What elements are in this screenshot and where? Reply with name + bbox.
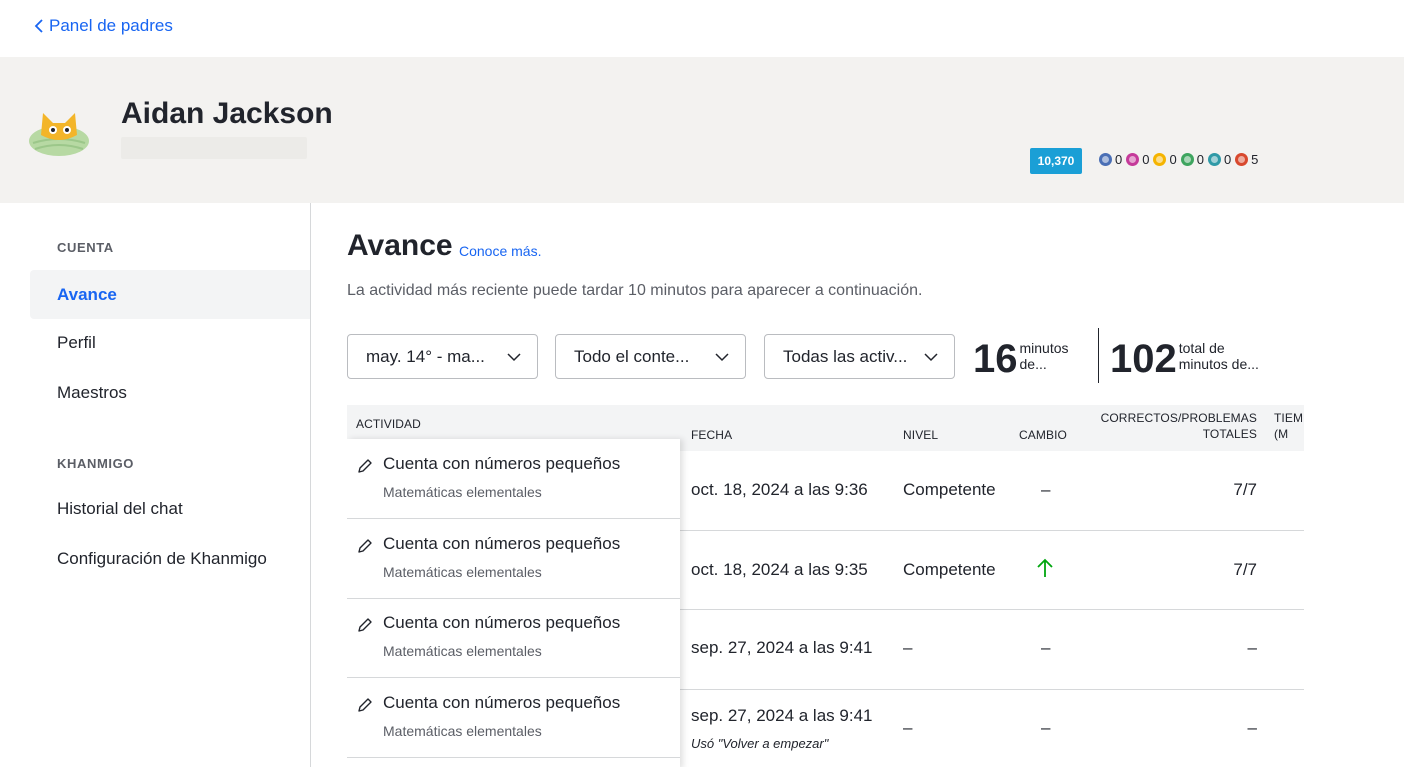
activity-title: Cuenta con números pequeños [383,693,621,712]
table-row[interactable]: Cuenta con números pequeños Matemáticas … [347,598,680,678]
moon-badge-icon [1126,153,1140,166]
activity-column: Cuenta con números pequeños Matemáticas … [347,439,680,767]
minutes-stat-value: 16 [973,337,1018,381]
badge-count-item: 5 [1235,152,1258,167]
activity-filter-dropdown[interactable]: Todas las activ... [764,334,955,379]
activity-course: Matemáticas elementales [383,564,542,580]
learn-more-link[interactable]: Conoce más. [459,243,541,259]
avatar [29,113,89,156]
activity-title: Cuenta con números pequeños [383,613,621,632]
top-bar: Panel de padres [0,0,1404,57]
badge-counts: 0 0 0 0 0 5 [1099,152,1258,167]
content-filter-value: Todo el conte... [574,346,690,366]
column-header-date[interactable]: FECHA [691,428,732,442]
sidebar-item-khanmigo-settings[interactable]: Configuración de Khanmigo [30,534,310,583]
column-header-time[interactable]: TIEM (M [1274,410,1303,442]
profile-header: Aidan Jackson 10,370 0 0 0 0 0 5 [0,57,1404,203]
minutes-stat-label: minutos de... [1019,340,1069,372]
sidebar-item-teachers[interactable]: Maestros [30,368,310,417]
row-date: oct. 18, 2024 a las 9:36 [691,480,868,499]
pencil-icon [358,618,372,632]
row-level: – [903,638,913,657]
stat-divider [1098,328,1099,383]
row-change: – [1041,638,1051,657]
sidebar-item-progress[interactable]: Avance [30,270,310,319]
table-row[interactable]: Cuenta con números pequeños Matemáticas … [347,519,680,599]
row-correct: 7/7 [1233,480,1257,499]
activity-course: Matemáticas elementales [383,484,542,500]
sidebar: CUENTA Avance Perfil Maestros KHANMIGO H… [0,203,311,767]
badge-count: 0 [1142,152,1150,167]
badge-count: 0 [1115,152,1123,167]
column-header-change[interactable]: CAMBIO [1019,428,1067,442]
row-note: Usó "Volver a empezar" [691,736,829,751]
total-minutes-stat-value: 102 [1110,337,1177,381]
badge-count-item: 0 [1153,152,1177,167]
challenge-patch-icon [1235,153,1249,166]
badge-count-item: 0 [1207,152,1232,167]
activity-table: FECHA NIVEL CAMBIO CORRECTOS/PROBLEMAS TO… [347,405,1304,767]
total-minutes-stat: 102 total de minutos de... [1110,335,1259,383]
chevron-down-icon [507,353,521,362]
badge-count-item: 0 [1180,152,1204,167]
badge-count-item: 0 [1099,152,1122,167]
sidebar-section-account: CUENTA [57,240,114,255]
page-title: Avance [347,229,453,262]
date-range-dropdown[interactable]: may. 14° - ma... [347,334,538,379]
pencil-icon [358,698,372,712]
table-row[interactable]: Cuenta con números pequeños Matemáticas … [347,439,680,519]
row-correct: – [1247,638,1257,657]
badge-count: 5 [1251,152,1259,167]
activity-title: Cuenta con números pequeños [383,534,621,553]
energy-points-badge: 10,370 [1030,148,1082,174]
activity-title: Cuenta con números pequeños [383,454,621,473]
chevron-down-icon [715,353,729,362]
level-up-arrow-icon [1037,558,1053,577]
row-correct: 7/7 [1233,560,1257,579]
chevron-down-icon [924,353,938,362]
row-date: sep. 27, 2024 a las 9:41 [691,638,873,657]
column-header-activity[interactable]: ACTIVIDAD [356,417,421,431]
row-date: sep. 27, 2024 a las 9:41 [691,706,873,725]
activity-filter-value: Todas las activ... [783,346,908,366]
row-date: oct. 18, 2024 a las 9:35 [691,560,868,579]
chevron-left-icon [34,19,43,33]
badge-count: 0 [1196,152,1204,167]
earth-badge-icon [1153,153,1167,166]
activity-course: Matemáticas elementales [383,643,542,659]
back-to-parent-dashboard-link[interactable]: Panel de padres [33,16,173,36]
sidebar-section-khanmigo: KHANMIGO [57,456,135,471]
username-placeholder [121,137,307,159]
activity-course: Matemáticas elementales [383,723,542,739]
sun-badge-icon [1180,153,1194,166]
back-link-label: Panel de padres [49,16,173,35]
total-minutes-stat-label: total de minutos de... [1178,340,1259,372]
row-divider [680,609,1304,610]
badge-count: 0 [1169,152,1177,167]
table-row[interactable]: Cuenta con números pequeños Matemáticas … [347,678,680,758]
row-level: Competente [903,480,996,499]
row-change: – [1041,480,1051,499]
badge-count-item: 0 [1126,152,1149,167]
row-divider [680,530,1304,531]
row-level: – [903,718,913,737]
black-hole-badge-icon [1207,153,1221,166]
row-divider [680,689,1304,690]
sidebar-item-profile[interactable]: Perfil [30,318,310,367]
student-name: Aidan Jackson [121,97,333,130]
page-subtitle: La actividad más reciente puede tardar 1… [347,282,923,299]
row-correct: – [1247,718,1257,737]
content-filter-dropdown[interactable]: Todo el conte... [555,334,746,379]
date-range-value: may. 14° - ma... [366,346,485,366]
pencil-icon [358,539,372,553]
column-header-level[interactable]: NIVEL [903,428,938,442]
minutes-stat: 16 minutos de... [973,335,1069,383]
meteorite-badge-icon [1099,153,1112,166]
pencil-icon [358,459,372,473]
row-change: – [1041,718,1051,737]
column-header-correct[interactable]: CORRECTOS/PROBLEMAS TOTALES [1091,410,1257,442]
badge-count: 0 [1223,152,1232,167]
sidebar-item-chat-history[interactable]: Historial del chat [30,484,310,533]
row-level: Competente [903,560,996,579]
